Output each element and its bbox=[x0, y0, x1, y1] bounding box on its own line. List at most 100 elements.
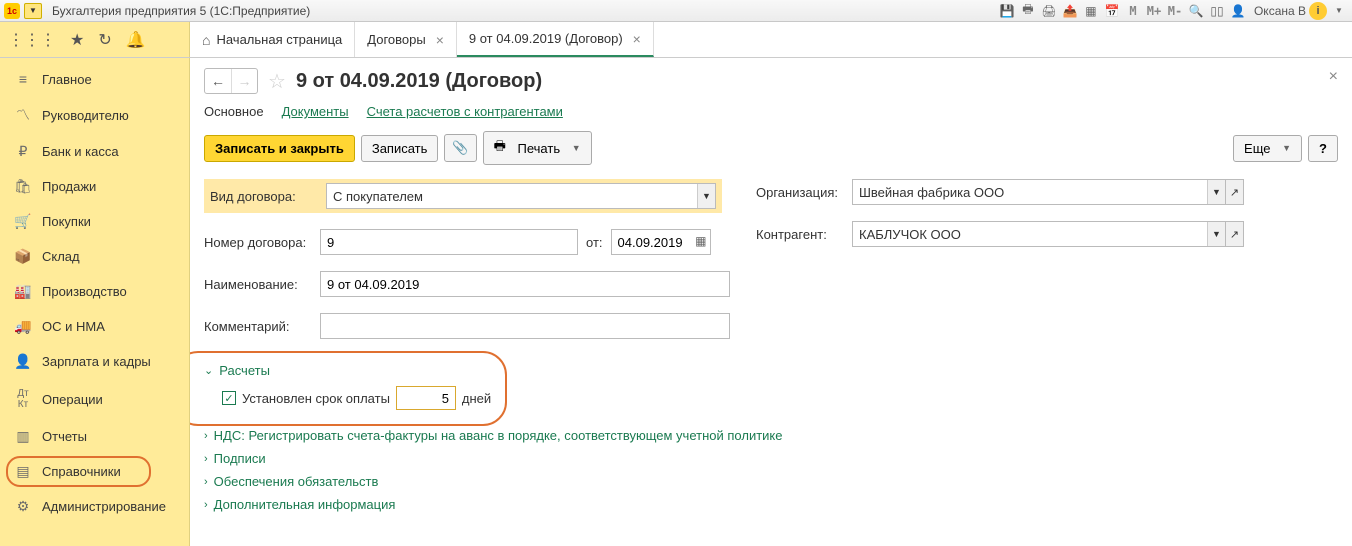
chevron-right-icon: › bbox=[204, 476, 208, 488]
payment-term-checkbox[interactable]: ✓ bbox=[222, 391, 236, 405]
box-icon: 📦 bbox=[14, 248, 32, 265]
subtab-documents[interactable]: Документы bbox=[282, 104, 349, 119]
subtab-accounts[interactable]: Счета расчетов с контрагентами bbox=[367, 104, 563, 119]
sidebar-item-operations[interactable]: ДтКтОперации bbox=[0, 379, 189, 419]
tab-home[interactable]: ⌂ Начальная страница bbox=[190, 22, 355, 57]
print-icon[interactable]: 🖶 bbox=[1019, 2, 1037, 20]
star-icon[interactable]: ★ bbox=[70, 30, 84, 50]
contract-type-select[interactable]: С покупателем ▼ bbox=[326, 183, 716, 209]
counterparty-label: Контрагент: bbox=[756, 227, 844, 242]
home-icon: ≡ bbox=[14, 71, 32, 87]
page-title: 9 от 04.09.2019 (Договор) bbox=[296, 70, 542, 93]
sidebar-item-purchases[interactable]: 🛒Покупки bbox=[0, 204, 189, 239]
sidebar-item-catalogs[interactable]: ▤Справочники bbox=[0, 454, 189, 489]
save-button[interactable]: Записать bbox=[361, 135, 439, 162]
counterparty-picker[interactable]: КАБЛУЧОК ООО ▼ bbox=[852, 221, 1226, 247]
more-button[interactable]: Еще ▼ bbox=[1233, 135, 1302, 162]
sidebar-item-assets[interactable]: 🚚ОС и НМА bbox=[0, 309, 189, 344]
org-value: Швейная фабрика ООО bbox=[859, 185, 1004, 200]
close-icon[interactable]: × bbox=[436, 32, 444, 48]
from-label: от: bbox=[586, 235, 603, 250]
org-picker[interactable]: Швейная фабрика ООО ▼ bbox=[852, 179, 1226, 205]
payment-term-unit: дней bbox=[462, 391, 491, 406]
comment-input[interactable] bbox=[320, 313, 730, 339]
button-bar: Записать и закрыть Записать 📎 🖶 Печать ▼… bbox=[204, 131, 1338, 165]
app-dropdown-button[interactable]: ▼ bbox=[24, 3, 42, 19]
user-icon: 👤 bbox=[1229, 2, 1247, 20]
dropdown-icon[interactable]: ▼ bbox=[1207, 180, 1225, 204]
caret-down-icon: ▼ bbox=[572, 143, 581, 153]
close-form-button[interactable]: × bbox=[1329, 68, 1338, 86]
history-icon[interactable]: ↻ bbox=[98, 30, 111, 50]
section-sign-label: Подписи bbox=[214, 451, 266, 466]
sidebar-item-label: Справочники bbox=[42, 464, 121, 479]
section-calc-header[interactable]: ⌄ Расчеты bbox=[204, 359, 491, 382]
m-plus-button[interactable]: M+ bbox=[1145, 2, 1163, 20]
comment-label: Комментарий: bbox=[204, 319, 312, 334]
subtab-main[interactable]: Основное bbox=[204, 104, 264, 119]
sidebar-item-label: Операции bbox=[42, 392, 103, 407]
sidebar-item-reports[interactable]: ▥Отчеты bbox=[0, 419, 189, 454]
sidebar-item-main[interactable]: ≡Главное bbox=[0, 62, 189, 96]
tab-row: ⋮⋮⋮ ★ ↻ 🔔 ⌂ Начальная страница Договоры … bbox=[0, 22, 1352, 58]
print-button[interactable]: 🖶 Печать ▼ bbox=[483, 131, 592, 165]
save-icon[interactable]: 💾 bbox=[998, 2, 1016, 20]
tab-contract-9[interactable]: 9 от 04.09.2019 (Договор) × bbox=[457, 22, 654, 57]
user-name[interactable]: Оксана В bbox=[1254, 4, 1306, 18]
info-icon[interactable]: i bbox=[1309, 2, 1327, 20]
close-icon[interactable]: × bbox=[633, 31, 641, 47]
section-calc-body: ✓ Установлен срок оплаты дней bbox=[204, 382, 491, 418]
toolbar-section: ⋮⋮⋮ ★ ↻ 🔔 bbox=[0, 22, 190, 57]
sidebar-item-label: Банк и касса bbox=[42, 144, 119, 159]
section-secure-label: Обеспечения обязательств bbox=[214, 474, 379, 489]
chevron-down-icon: ⌄ bbox=[204, 364, 213, 377]
panels-icon[interactable]: ▯▯ bbox=[1208, 2, 1226, 20]
sidebar-item-label: Покупки bbox=[42, 214, 91, 229]
help-button[interactable]: ? bbox=[1308, 135, 1338, 162]
sidebar-item-label: Администрирование bbox=[42, 499, 166, 514]
paperclip-icon: 📎 bbox=[452, 140, 468, 156]
nav-forward-button[interactable]: → bbox=[231, 69, 257, 93]
printer-icon: 🖶 bbox=[494, 137, 506, 159]
info-dropdown-icon[interactable]: ▼ bbox=[1330, 2, 1348, 20]
favorite-star-icon[interactable]: ☆ bbox=[268, 69, 286, 94]
sidebar-item-payroll[interactable]: 👤Зарплата и кадры bbox=[0, 344, 189, 379]
m-minus-button[interactable]: M- bbox=[1166, 2, 1184, 20]
export-icon[interactable]: 📤 bbox=[1061, 2, 1079, 20]
dropdown-icon[interactable]: ▼ bbox=[697, 184, 715, 208]
zoom-icon[interactable]: 🔍 bbox=[1187, 2, 1205, 20]
section-extra-header[interactable]: › Дополнительная информация bbox=[204, 493, 1338, 516]
sidebar-item-sales[interactable]: 🛍Продажи bbox=[0, 169, 189, 204]
calendar-icon[interactable]: ▦ bbox=[695, 234, 706, 248]
nav-back-button[interactable]: ← bbox=[205, 69, 231, 93]
truck-icon: 🚚 bbox=[14, 318, 32, 335]
attach-button[interactable]: 📎 bbox=[444, 134, 476, 162]
section-sign-header[interactable]: › Подписи bbox=[204, 447, 1338, 470]
open-ref-button[interactable]: ↗ bbox=[1226, 179, 1244, 205]
m-button[interactable]: M bbox=[1124, 2, 1142, 20]
factory-icon: 🏭 bbox=[14, 283, 32, 300]
dropdown-icon[interactable]: ▼ bbox=[1207, 222, 1225, 246]
apps-icon[interactable]: ⋮⋮⋮ bbox=[8, 30, 56, 50]
name-input[interactable] bbox=[320, 271, 730, 297]
sidebar-item-production[interactable]: 🏭Производство bbox=[0, 274, 189, 309]
section-vat-header[interactable]: › НДС: Регистрировать счета-фактуры на а… bbox=[204, 424, 1338, 447]
name-label: Наименование: bbox=[204, 277, 312, 292]
chevron-right-icon: › bbox=[204, 453, 208, 465]
sidebar-item-bank[interactable]: ₽ Банк и касса bbox=[0, 134, 189, 169]
save-and-close-button[interactable]: Записать и закрыть bbox=[204, 135, 355, 162]
printer2-icon[interactable]: 🖨 bbox=[1040, 2, 1058, 20]
sidebar-item-admin[interactable]: ⚙Администрирование bbox=[0, 489, 189, 524]
ruble-icon: ₽ bbox=[14, 143, 32, 160]
sidebar-item-manager[interactable]: 〽Руководителю bbox=[0, 96, 189, 134]
grid-icon[interactable]: ▦ bbox=[1082, 2, 1100, 20]
number-input[interactable] bbox=[320, 229, 578, 255]
calendar-icon[interactable]: 📅 bbox=[1103, 2, 1121, 20]
open-ref-button[interactable]: ↗ bbox=[1226, 221, 1244, 247]
sidebar-item-warehouse[interactable]: 📦Склад bbox=[0, 239, 189, 274]
tab-contracts[interactable]: Договоры × bbox=[355, 22, 457, 57]
payment-term-label: Установлен срок оплаты bbox=[242, 391, 390, 406]
section-secure-header[interactable]: › Обеспечения обязательств bbox=[204, 470, 1338, 493]
payment-term-days-input[interactable] bbox=[396, 386, 456, 410]
bell-icon[interactable]: 🔔 bbox=[126, 30, 146, 50]
